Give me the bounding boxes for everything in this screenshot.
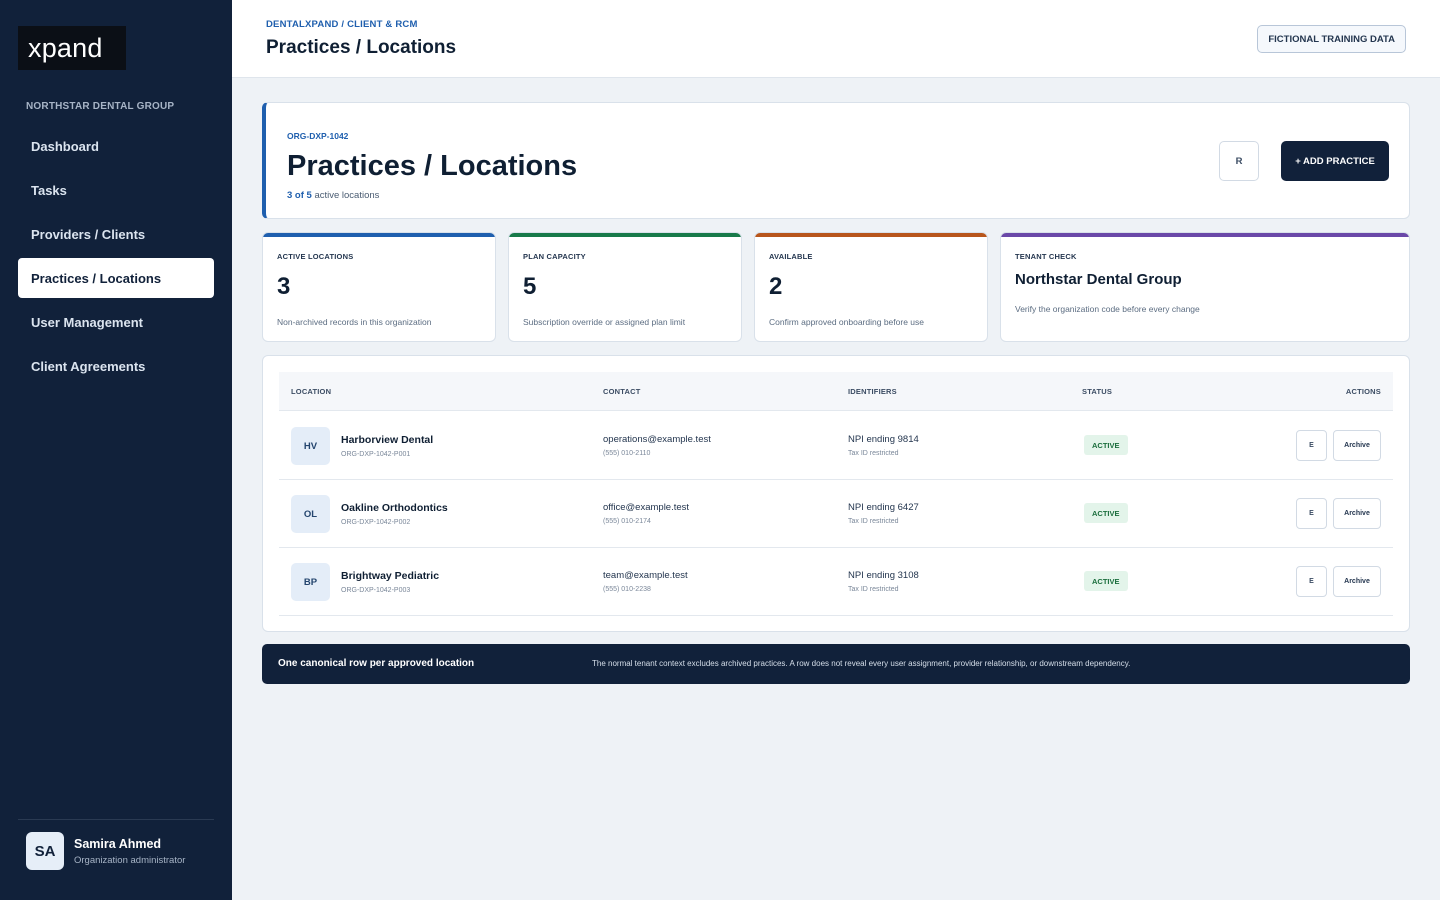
stat-accent-bar [263,233,495,237]
sidebar-item-tasks[interactable]: Tasks [18,170,214,210]
archive-button[interactable]: Archive [1333,430,1381,461]
active-count-suffix: active locations [311,190,380,201]
xpand-logo[interactable]: xpand [18,26,126,70]
info-banner: One canonical row per approved location … [262,644,1410,684]
contact-email: office@example.test [603,502,690,513]
location-avatar: BP [291,563,330,601]
location-name: Harborview Dental [341,434,434,446]
tax-id-note: Tax ID restricted [848,450,899,457]
location-name: Oakline Orthodontics [341,502,448,514]
location-avatar: HV [291,427,330,465]
stat-accent-bar [509,233,741,237]
stat-value: 3 [277,273,291,300]
table-header: LOCATION CONTACT IDENTIFIERS STATUS ACTI… [279,372,1393,411]
edit-button[interactable]: E [1296,498,1327,529]
edit-button[interactable]: E [1296,430,1327,461]
table-row: HV Harborview Dental ORG-DXP-1042-P001 o… [279,412,1393,480]
hero-card: ORG-DXP-1042 Practices / Locations 3 of … [262,102,1410,219]
refresh-button[interactable]: R [1219,141,1259,181]
tenant-org-name: Northstar Dental Group [1015,271,1182,288]
location-name: Brightway Pediatric [341,570,440,582]
stat-label: AVAILABLE [769,252,813,261]
page-title: Practices / Locations [266,37,457,58]
sidebar-divider [18,819,214,820]
sidebar-item-practices-locations[interactable]: Practices / Locations [18,258,214,298]
column-header-actions: ACTIONS [1345,387,1381,396]
stat-note: Confirm approved onboarding before use [769,317,924,327]
tax-id-note: Tax ID restricted [848,518,899,525]
org-label: NORTHSTAR DENTAL GROUP [26,101,175,112]
hero-title: Practices / Locations [287,150,578,182]
contact-phone: (555) 010-2238 [603,586,651,593]
banner-text: The normal tenant context excludes archi… [592,659,1131,668]
contact-phone: (555) 010-2110 [603,450,651,457]
edit-button[interactable]: E [1296,566,1327,597]
npi-identifier: NPI ending 3108 [848,570,919,581]
avatar: SA [26,832,64,870]
npi-identifier: NPI ending 9814 [848,434,919,445]
stat-label: PLAN CAPACITY [523,252,586,261]
stat-card-plan-capacity: PLAN CAPACITY 5 Subscription override or… [508,232,742,342]
user-role: Organization administrator [74,854,186,866]
org-code: ORG-DXP-1042 [287,131,349,141]
stat-accent-bar [1001,233,1409,237]
table-row: BP Brightway Pediatric ORG-DXP-1042-P003… [279,548,1393,616]
stat-card-tenant-check: TENANT CHECK Northstar Dental Group Veri… [1000,232,1410,342]
status-badge: ACTIVE [1084,571,1128,591]
banner-title: One canonical row per approved location [278,658,475,669]
location-code: ORG-DXP-1042-P003 [341,587,411,594]
column-header-identifiers: IDENTIFIERS [848,387,897,396]
location-code: ORG-DXP-1042-P002 [341,519,411,526]
stat-value: 5 [523,273,537,300]
stat-card-available: AVAILABLE 2 Confirm approved onboarding … [754,232,988,342]
stat-note: Subscription override or assigned plan l… [523,317,686,327]
status-badge: ACTIVE [1084,435,1128,455]
contact-phone: (555) 010-2174 [603,518,651,525]
sidebar-item-client-agreements[interactable]: Client Agreements [18,346,214,386]
contact-email: operations@example.test [603,434,711,445]
stat-label: TENANT CHECK [1015,252,1077,261]
sidebar-nav: Dashboard Tasks Providers / Clients Prac… [18,126,214,390]
active-count-value: 3 of 5 [287,190,312,201]
breadcrumb: DENTALXPAND / CLIENT & RCM [266,19,418,30]
table-row: OL Oakline Orthodontics ORG-DXP-1042-P00… [279,480,1393,548]
stat-label: ACTIVE LOCATIONS [277,252,354,261]
location-code: ORG-DXP-1042-P001 [341,451,411,458]
column-header-status: STATUS [1082,387,1113,396]
location-avatar: OL [291,495,330,533]
status-badge: ACTIVE [1084,503,1128,523]
stat-accent-bar [755,233,987,237]
fictional-data-badge: FICTIONAL TRAINING DATA [1257,25,1406,53]
locations-table: LOCATION CONTACT IDENTIFIERS STATUS ACTI… [262,355,1410,632]
stat-value: 2 [769,273,783,300]
npi-identifier: NPI ending 6427 [848,502,919,513]
user-profile[interactable]: SA Samira Ahmed Organization administrat… [26,832,185,870]
column-header-location: LOCATION [291,387,332,396]
sidebar: xpand NORTHSTAR DENTAL GROUP Dashboard T… [0,0,232,900]
stat-note: Non-archived records in this organizatio… [277,317,432,327]
add-practice-button[interactable]: + ADD PRACTICE [1281,141,1389,181]
sidebar-item-providers-clients[interactable]: Providers / Clients [18,214,214,254]
tax-id-note: Tax ID restricted [848,586,899,593]
archive-button[interactable]: Archive [1333,566,1381,597]
stat-card-active-locations: ACTIVE LOCATIONS 3 Non-archived records … [262,232,496,342]
stat-note: Verify the organization code before ever… [1015,304,1200,314]
sidebar-item-dashboard[interactable]: Dashboard [18,126,214,166]
archive-button[interactable]: Archive [1333,498,1381,529]
top-header: DENTALXPAND / CLIENT & RCM Practices / L… [232,0,1440,78]
contact-email: team@example.test [603,570,688,581]
user-name: Samira Ahmed [74,836,162,851]
active-count: 3 of 5 active locations [287,190,379,201]
column-header-contact: CONTACT [603,387,641,396]
sidebar-item-user-management[interactable]: User Management [18,302,214,342]
